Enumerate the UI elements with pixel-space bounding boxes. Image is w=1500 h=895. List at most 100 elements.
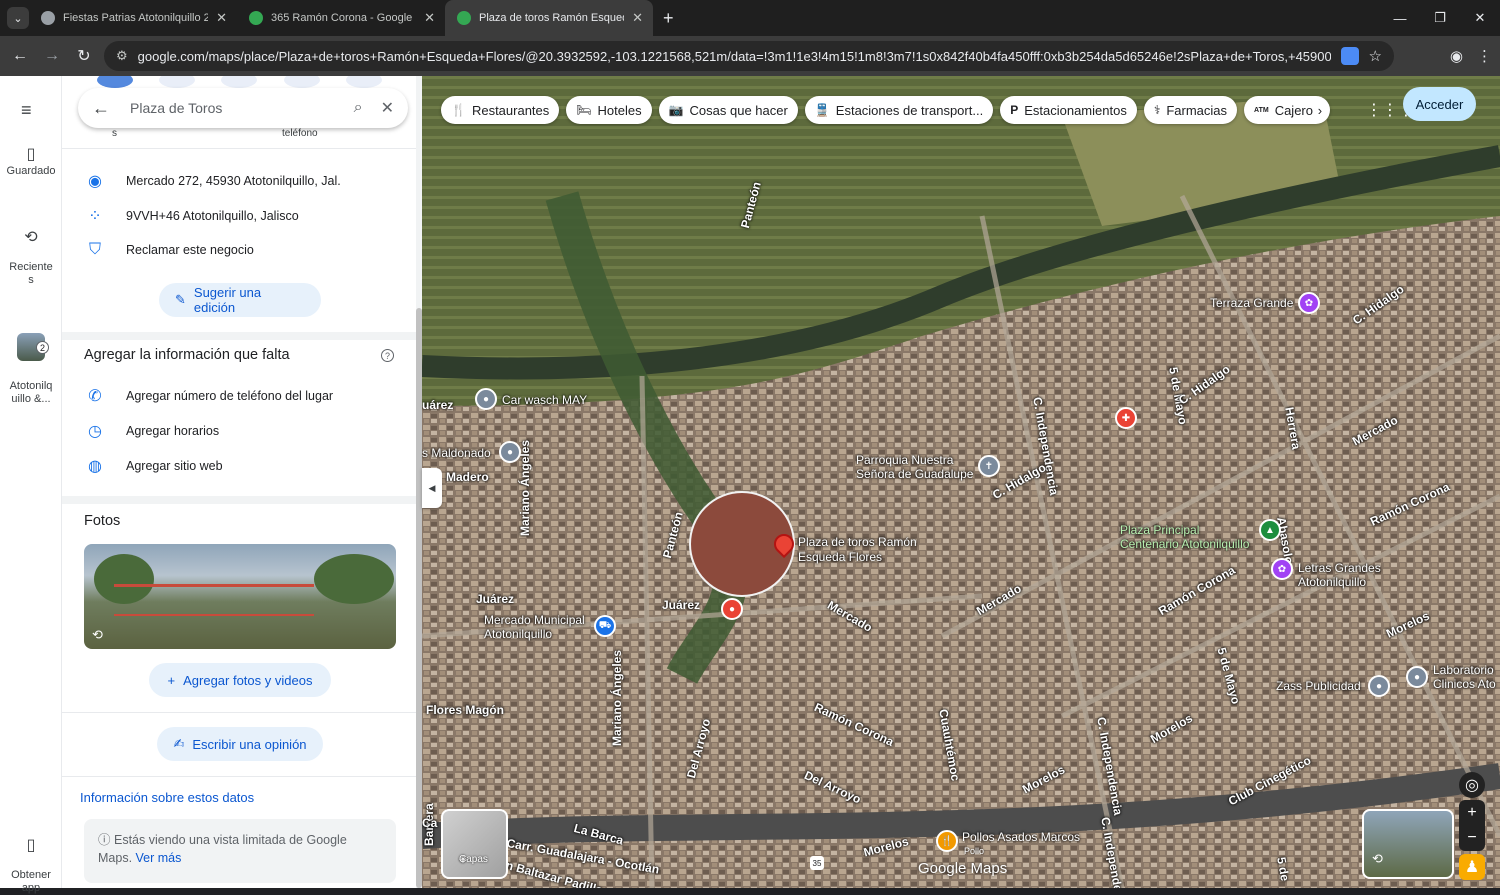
browser-menu-icon[interactable]: ⋮ xyxy=(1477,47,1492,65)
map-label[interactable]: Plaza Principal Centenario Atotonilquill… xyxy=(1120,523,1249,551)
map-label[interactable]: Madero xyxy=(446,470,489,484)
map-label[interactable]: Mariano Ángeles xyxy=(610,650,624,746)
layers-button[interactable]: ◈ Capas xyxy=(441,809,508,879)
satellite-map[interactable]: 🍴 Restaurantes 🛏 Hoteles 📷 Cosas que hacer … xyxy=(422,76,1500,888)
share-action[interactable] xyxy=(346,76,382,88)
add-phone-row[interactable]: ✆ Agregar número de teléfono del lugar xyxy=(82,386,333,406)
chevron-right-icon[interactable]: › xyxy=(1313,102,1323,118)
chip-parking[interactable]: P Estacionamientos xyxy=(1000,96,1137,124)
sign-in-button[interactable]: Acceder xyxy=(1403,87,1476,121)
poi-red-icon[interactable]: ● xyxy=(721,598,743,620)
profile-icon[interactable]: ◉ xyxy=(1450,47,1463,65)
close-icon[interactable]: ✕ xyxy=(381,98,394,118)
zoom-out-button[interactable]: − xyxy=(1459,825,1485,851)
chip-atm[interactable]: ATM Cajero › xyxy=(1244,96,1331,124)
close-icon[interactable]: ✕ xyxy=(216,10,227,26)
menu-icon[interactable]: ≡ xyxy=(21,100,41,121)
url-text[interactable]: google.com/maps/place/Plaza+de+toros+Ram… xyxy=(138,49,1331,64)
tab-search-button[interactable]: ⌄ xyxy=(7,7,29,29)
divider xyxy=(62,148,416,149)
close-icon[interactable]: ✕ xyxy=(424,10,435,26)
map-label[interactable]: Car wasch MAY xyxy=(502,393,587,407)
poi-carwash-icon[interactable]: ● xyxy=(475,388,497,410)
tab-ramon-corona[interactable]: 365 Ramón Corona - Google M ✕ xyxy=(237,0,445,36)
add-website-row[interactable]: ◍ Agregar sitio web xyxy=(82,456,223,476)
address-bar[interactable]: ⚙ google.com/maps/place/Plaza+de+toros+R… xyxy=(104,41,1394,71)
address-row[interactable]: ◉ Mercado 272, 45930 Atotonilquillo, Jal… xyxy=(82,171,341,191)
chip-hotels[interactable]: 🛏 Hoteles xyxy=(566,96,652,124)
map-label[interactable]: Ca xyxy=(422,816,437,830)
map-label[interactable]: Terraza Grande xyxy=(1210,296,1293,310)
minimize-button[interactable]: — xyxy=(1380,0,1420,36)
poi-pollos-icon[interactable]: 🍴 xyxy=(936,830,958,852)
claim-business-row[interactable]: ⛉ Reclamar este negocio xyxy=(82,241,254,259)
collapse-panel-button[interactable]: ◀ xyxy=(422,468,442,508)
history-icon: ⟲ xyxy=(24,229,38,246)
chip-transit[interactable]: 🚆 Estaciones de transport... xyxy=(804,96,994,124)
plus-code-row[interactable]: ⁘ 9VVH+46 Atotonilquillo, Jalisco xyxy=(82,206,298,226)
street-view-preview[interactable]: ⟲ xyxy=(1362,809,1454,879)
map-label[interactable]: Juárez xyxy=(476,592,514,606)
back-button[interactable]: ← xyxy=(4,40,36,72)
arrow-left-icon[interactable]: ← xyxy=(92,98,110,119)
add-hours-row[interactable]: ◷ Agregar horarios xyxy=(82,421,219,441)
suggest-edit-button[interactable]: ✎ Sugerir una edición xyxy=(159,283,321,317)
pegman-button[interactable]: ♟ xyxy=(1459,854,1485,880)
pegman-icon: ♟ xyxy=(1464,859,1480,876)
nearby-action[interactable] xyxy=(221,76,257,88)
extension-icon[interactable] xyxy=(1340,47,1359,65)
chip-pharmacies[interactable]: ⚕ Farmacias xyxy=(1143,96,1238,124)
claim-business-text: Reclamar este negocio xyxy=(126,243,254,257)
search-input[interactable] xyxy=(130,100,336,116)
directions-action[interactable] xyxy=(97,76,133,88)
map-label[interactable]: Pollos Asados Marcos xyxy=(962,830,1080,844)
minus-icon: − xyxy=(1467,829,1477,846)
see-more-link[interactable]: Ver más xyxy=(136,851,182,865)
poi-zass-icon[interactable]: ● xyxy=(1368,675,1390,697)
search-icon[interactable]: ⌕ xyxy=(354,99,363,117)
map-label[interactable]: Juárez xyxy=(662,598,700,612)
poi-plaza-icon[interactable]: ▲ xyxy=(1259,519,1281,541)
map-label[interactable]: Letras Grandes Atotonilquillo xyxy=(1298,561,1381,589)
map-label[interactable]: uárez xyxy=(422,398,453,412)
map-label[interactable]: Laboratorio Clinicos Ato xyxy=(1433,663,1496,691)
maximize-button[interactable]: ❐ xyxy=(1420,0,1460,36)
map-label[interactable]: Parroquia Nuestra Señora de Guadalupe xyxy=(856,453,973,481)
data-info-link[interactable]: Información sobre estos datos xyxy=(80,790,254,805)
close-icon[interactable]: ✕ xyxy=(632,10,643,26)
rail-saved[interactable]: ▯ Guardado xyxy=(0,147,62,178)
tab-plaza-de-toros[interactable]: Plaza de toros Ramón Esqueda ✕ xyxy=(445,0,653,36)
reload-button[interactable]: ↻ xyxy=(68,40,100,72)
info-icon[interactable]: ? xyxy=(381,349,394,362)
save-action[interactable] xyxy=(159,76,195,88)
map-label[interactable]: Flores Magón xyxy=(426,703,504,717)
poi-letras-icon[interactable]: ✿ xyxy=(1271,558,1293,580)
add-photos-button[interactable]: + Agregar fotos y videos xyxy=(149,663,331,697)
bookmark-star-icon[interactable]: ☆ xyxy=(1369,47,1382,65)
write-review-button[interactable]: ✍ Escribir una opinión xyxy=(157,727,323,761)
selected-place-label[interactable]: Plaza de toros Ramón Esqueda Flores xyxy=(798,535,917,565)
poi-market-icon[interactable]: ⛟ xyxy=(594,615,616,637)
poi-red-icon[interactable]: ✚ xyxy=(1115,407,1137,429)
zoom-in-button[interactable]: + xyxy=(1459,800,1485,826)
rail-recent[interactable]: ⟲ Reciente s xyxy=(0,218,62,287)
poi-maldonado-icon[interactable]: ● xyxy=(499,441,521,463)
chip-restaurants[interactable]: 🍴 Restaurantes xyxy=(441,96,560,124)
new-tab-button[interactable]: + xyxy=(663,8,674,29)
send-to-phone-action[interactable] xyxy=(284,76,320,88)
tab-fiestas[interactable]: Fiestas Patrias Atotonilquillo 20 ✕ xyxy=(29,0,237,36)
close-window-button[interactable]: ✕ xyxy=(1460,0,1500,36)
map-label[interactable]: Mercado Municipal Atotonilquillo xyxy=(484,613,585,641)
poi-lab-icon[interactable]: ● xyxy=(1406,666,1428,688)
map-label[interactable]: Zass Publicidad xyxy=(1276,679,1361,693)
map-label[interactable]: s Maldonado xyxy=(422,446,491,460)
chip-things-to-do[interactable]: 📷 Cosas que hacer xyxy=(658,96,798,124)
rail-get-app[interactable]: ▯ Obtener app xyxy=(0,826,62,895)
site-info-icon[interactable]: ⚙ xyxy=(116,48,128,64)
poi-church-icon[interactable]: ✝ xyxy=(978,455,1000,477)
poi-terraza-icon[interactable]: ✿ xyxy=(1298,292,1320,314)
place-photo[interactable]: ⟲ xyxy=(84,544,396,649)
my-location-button[interactable]: ◎ xyxy=(1459,772,1485,798)
rail-recent-place[interactable]: 2 Atotonilq uillo &... xyxy=(0,320,62,406)
forward-button[interactable]: → xyxy=(36,40,68,72)
